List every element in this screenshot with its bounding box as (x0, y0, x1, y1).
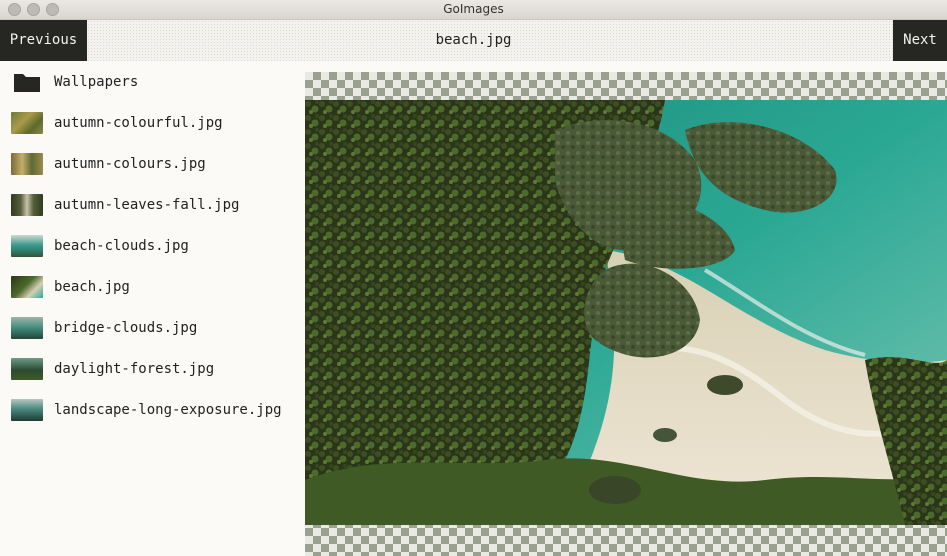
file-item[interactable]: autumn-colourful.jpg (0, 102, 305, 143)
image-thumbnail (11, 357, 43, 380)
folder-item-wallpapers[interactable]: Wallpapers (0, 61, 305, 102)
folder-icon (14, 73, 40, 92)
image-thumbnail (11, 152, 43, 175)
file-item[interactable]: autumn-colours.jpg (0, 143, 305, 184)
folder-label: Wallpapers (54, 73, 139, 90)
window-title: GoImages (443, 2, 504, 16)
file-item[interactable]: beach-clouds.jpg (0, 225, 305, 266)
file-item[interactable]: bridge-clouds.jpg (0, 307, 305, 348)
image-thumbnail (11, 234, 43, 257)
file-label: bridge-clouds.jpg (54, 319, 198, 336)
file-item[interactable]: beach.jpg (0, 266, 305, 307)
next-button[interactable]: Next (893, 20, 947, 61)
image-thumbnail (11, 398, 43, 421)
file-item[interactable]: landscape-long-exposure.jpg (0, 389, 305, 430)
toolbar: Previous beach.jpg Next (0, 20, 947, 61)
file-label: daylight-forest.jpg (54, 360, 215, 377)
file-label: beach-clouds.jpg (54, 237, 189, 254)
file-item[interactable]: autumn-leaves-fall.jpg (0, 184, 305, 225)
file-label: beach.jpg (54, 278, 130, 295)
file-label: autumn-colourful.jpg (54, 114, 223, 131)
file-label: autumn-leaves-fall.jpg (54, 196, 240, 213)
file-item[interactable]: daylight-forest.jpg (0, 348, 305, 389)
image-thumbnail (11, 111, 43, 134)
image-thumbnail (11, 193, 43, 216)
beach-image (305, 100, 947, 525)
current-file-name: beach.jpg (435, 32, 512, 48)
image-thumbnail (11, 275, 43, 298)
image-viewer (305, 72, 947, 556)
file-label: autumn-colours.jpg (54, 155, 206, 172)
window-titlebar: GoImages (0, 0, 947, 20)
file-browser-sidebar: Wallpapers autumn-colourful.jpg autumn-c… (0, 61, 305, 556)
file-label: landscape-long-exposure.jpg (54, 401, 282, 418)
image-thumbnail (11, 316, 43, 339)
